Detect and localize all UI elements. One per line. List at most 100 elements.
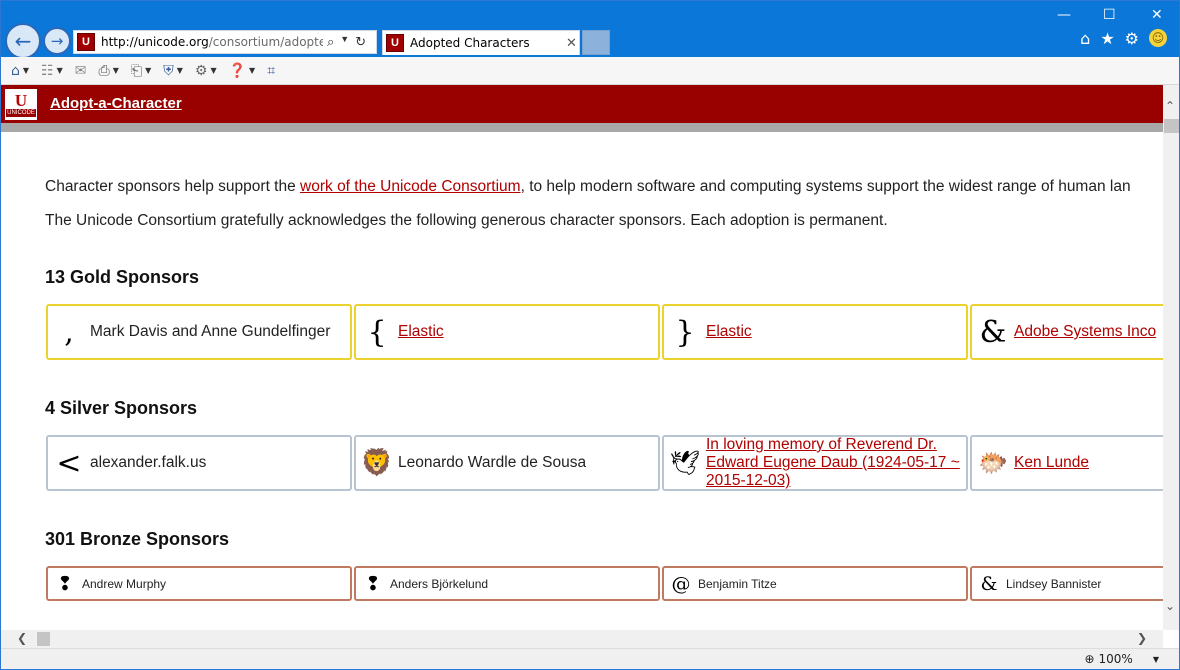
status-bar: ⊕ 100% ▼ (1, 648, 1179, 669)
chevron-down-icon: ▼ (249, 66, 256, 75)
tab-title: Adopted Characters (410, 36, 530, 50)
silver-sponsor-card[interactable]: 🦁 Leonardo Wardle de Sousa (354, 435, 660, 491)
zoom-level: 100% (1098, 652, 1133, 666)
lion-face-icon: 🦁 (360, 448, 394, 478)
back-arrow-icon: ← (14, 29, 32, 53)
sponsor-name: Mark Davis and Anne Gundelfinger (90, 323, 331, 340)
sponsor-name: alexander.falk.us (90, 454, 207, 471)
sponsor-link[interactable]: Ken Lunde (1014, 454, 1089, 472)
unicode-logo[interactable]: U UNICODE (3, 87, 39, 122)
scroll-up-icon[interactable]: ⌃ (1165, 99, 1175, 113)
home-menu-button[interactable]: ⌂ ▼ (11, 63, 29, 79)
mail-icon: ✉ (74, 62, 87, 79)
bronze-sponsor-card[interactable]: & Lindsey Bannister (970, 566, 1163, 601)
refresh-icon[interactable]: ↻ (355, 34, 366, 50)
bronze-sponsors-heading: 301 Bronze Sponsors (45, 529, 230, 549)
browser-window: ← → U http://unicode.org/consortium/adop… (0, 0, 1180, 670)
maximize-button[interactable]: ☐ (1103, 7, 1116, 23)
chevron-down-icon: ▼ (210, 66, 217, 75)
smiley-icon[interactable]: ☺ (1149, 29, 1167, 47)
home-icon: ⌂ (11, 62, 20, 79)
unicode-favicon-icon: U (386, 34, 404, 52)
chevron-down-icon: ▼ (112, 66, 119, 75)
url-text[interactable]: http://unicode.org/consortium/adopted-c (101, 35, 323, 49)
adopted-character-glyph: ❢ (365, 572, 381, 595)
adopted-character-glyph: } (675, 314, 695, 350)
intro-paragraph-1: Character sponsors help support the work… (45, 178, 1131, 196)
adopted-character-glyph: ❢ (57, 572, 73, 595)
tab-adopted-characters[interactable]: U Adopted Characters ✕ (382, 30, 580, 55)
adopted-character-glyph: , (64, 314, 74, 350)
horizontal-scroll-thumb[interactable] (37, 632, 50, 646)
print-menu-button[interactable]: ⎙ ▼ (99, 63, 119, 79)
bronze-sponsor-card[interactable]: ❢ Andrew Murphy (46, 566, 352, 601)
read-mail-button[interactable]: ✉ (75, 63, 87, 79)
feeds-menu-button[interactable]: ☷ ▼ (41, 63, 63, 79)
url-host: http://unicode.org (101, 35, 209, 49)
zoom-control[interactable]: ⊕ 100% ▼ (1084, 652, 1159, 666)
silver-sponsor-card[interactable]: 🕊 In loving memory of Reverend Dr. Edwar… (662, 435, 968, 491)
scroll-left-icon[interactable]: ❮ (17, 631, 27, 645)
help-menu-button[interactable]: ❓ ▼ (229, 63, 256, 79)
banner-divider (1, 123, 1163, 132)
tools-menu-button[interactable]: ⚙ ▼ (195, 63, 217, 79)
search-icon[interactable]: ⌕ (327, 34, 334, 50)
close-window-button[interactable]: ✕ (1151, 7, 1163, 23)
web-page: U UNICODE Adopt-a-Character Character sp… (1, 85, 1163, 630)
rss-feed-icon: ☷ (41, 62, 54, 79)
page-icon: ⎗ (130, 62, 143, 79)
vertical-scroll-thumb[interactable] (1164, 119, 1179, 133)
gold-sponsor-card[interactable]: } Elastic (662, 304, 968, 360)
star-icon[interactable]: ★ (1100, 29, 1114, 48)
gold-sponsor-card[interactable]: & Adobe Systems Inco (970, 304, 1163, 360)
bronze-sponsor-card[interactable]: @ Benjamin Titze (662, 566, 968, 601)
scroll-down-icon[interactable]: ⌄ (1165, 599, 1175, 613)
sponsor-link[interactable]: Elastic (398, 323, 444, 341)
adopted-character-glyph: & (979, 314, 1007, 350)
forward-button[interactable]: → (43, 27, 71, 55)
command-bar: ⌂ ▼ ☷ ▼ ✉ ⎙ ▼ ⎗ ▼ ⛨ ▼ ⚙ ▼ ❓ ▼ ⌗ (1, 57, 1179, 85)
back-button[interactable]: ← (5, 23, 41, 59)
silver-sponsors-heading: 4 Silver Sponsors (45, 398, 198, 418)
sponsor-name: Leonardo Wardle de Sousa (398, 454, 587, 471)
gear-icon: ⚙ (194, 62, 208, 79)
silver-sponsor-card[interactable]: < alexander.falk.us (46, 435, 352, 491)
new-tab-button[interactable] (582, 30, 610, 55)
minimize-button[interactable]: — (1057, 7, 1071, 23)
scroll-right-icon[interactable]: ❯ (1137, 631, 1147, 645)
adopted-character-glyph: { (367, 314, 387, 350)
address-bar[interactable]: U http://unicode.org/consortium/adopted-… (73, 30, 377, 54)
gold-sponsor-card[interactable]: , Mark Davis and Anne Gundelfinger (46, 304, 352, 360)
bronze-sponsor-card[interactable]: ❢ Anders Björkelund (354, 566, 660, 601)
chevron-down-icon: ▼ (1152, 654, 1159, 664)
work-of-consortium-link[interactable]: work of the Unicode Consortium (300, 178, 521, 195)
intro-text-before: Character sponsors help support the (45, 178, 301, 195)
dropdown-arrow-icon[interactable]: ▼ (340, 34, 349, 50)
silver-sponsor-card[interactable]: 🐡 Ken Lunde (970, 435, 1163, 491)
adopted-character-glyph: < (56, 445, 82, 481)
safety-menu-button[interactable]: ⛨ ▼ (163, 63, 183, 79)
home-icon[interactable]: ⌂ (1080, 29, 1090, 48)
research-button[interactable]: ⌗ (267, 63, 275, 79)
logo-subtext: UNICODE (6, 109, 36, 117)
url-path: /consortium/adopted-c (208, 35, 323, 49)
page-menu-button[interactable]: ⎗ ▼ (131, 63, 151, 79)
sponsor-name: Benjamin Titze (698, 576, 777, 591)
adopt-a-character-link[interactable]: Adopt-a-Character (50, 95, 182, 112)
intro-paragraph-2: The Unicode Consortium gratefully acknow… (45, 212, 888, 229)
sponsor-link[interactable]: Elastic (706, 323, 752, 341)
gold-sponsors-heading: 13 Gold Sponsors (45, 267, 200, 287)
chevron-down-icon: ▼ (176, 66, 183, 75)
close-tab-icon[interactable]: ✕ (566, 35, 577, 51)
shield-icon: ⛨ (163, 62, 174, 79)
sponsor-link[interactable]: Adobe Systems Inco (1014, 323, 1156, 341)
gear-icon[interactable]: ⚙ (1125, 29, 1139, 48)
chevron-down-icon: ▼ (22, 66, 30, 75)
sponsor-link[interactable]: In loving memory of Reverend Dr. Edward … (706, 437, 960, 489)
printer-icon: ⎙ (98, 62, 110, 79)
vertical-scrollbar[interactable] (1163, 85, 1179, 630)
horizontal-scrollbar[interactable] (1, 630, 1163, 648)
title-bar: ← → U http://unicode.org/consortium/adop… (1, 1, 1179, 59)
sponsor-name: Andrew Murphy (82, 576, 167, 591)
gold-sponsor-card[interactable]: { Elastic (354, 304, 660, 360)
